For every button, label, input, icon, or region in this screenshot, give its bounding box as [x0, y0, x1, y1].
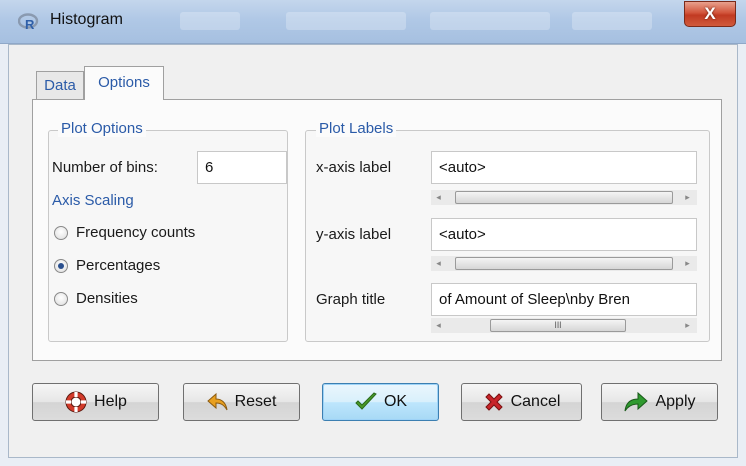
bins-input[interactable]: 6	[197, 151, 287, 184]
apply-button[interactable]: Apply	[601, 383, 718, 421]
percentages-radio[interactable]	[54, 259, 68, 273]
x-axis-label-caption: x-axis label	[316, 159, 392, 176]
densities-radio[interactable]	[54, 292, 68, 306]
scroll-left-icon[interactable]: ◂	[431, 318, 446, 333]
cancel-label: Cancel	[510, 393, 561, 410]
tab-data[interactable]: Data	[36, 71, 84, 99]
help-button[interactable]: Help	[32, 383, 159, 421]
green-arrow-icon	[623, 391, 649, 413]
background-window-ghost	[572, 12, 652, 30]
lifebuoy-icon	[64, 390, 88, 414]
checkmark-icon	[354, 392, 378, 412]
apply-label: Apply	[655, 393, 696, 410]
cancel-button[interactable]: Cancel	[461, 383, 582, 421]
y-axis-label-caption: y-axis label	[316, 226, 392, 243]
scroll-right-icon[interactable]: ▸	[680, 256, 695, 271]
reset-label: Reset	[234, 393, 277, 410]
x-axis-label-input[interactable]: <auto>	[431, 151, 697, 184]
scroll-right-icon[interactable]: ▸	[680, 318, 695, 333]
close-icon: X	[704, 4, 716, 23]
r-logo-icon: R	[17, 13, 40, 32]
svg-text:R: R	[25, 17, 35, 31]
axis-scaling-label: Axis Scaling	[52, 192, 134, 209]
scrollbar-thumb[interactable]: ǀǀǀ	[490, 319, 626, 332]
background-window-ghost	[180, 12, 240, 30]
background-window-ghost	[286, 12, 406, 30]
window-title: Histogram	[50, 11, 123, 28]
ok-button[interactable]: OK	[322, 383, 439, 421]
scroll-left-icon[interactable]: ◂	[431, 256, 446, 271]
scroll-left-icon[interactable]: ◂	[431, 190, 446, 205]
background-window-ghost	[430, 12, 550, 30]
plot-labels-legend: Plot Labels	[316, 120, 397, 137]
undo-arrow-icon	[206, 392, 229, 412]
frequency-counts-label: Frequency counts	[76, 224, 196, 241]
y-axis-label-input[interactable]: <auto>	[431, 218, 697, 251]
plot-options-legend: Plot Options	[58, 120, 146, 137]
graph-title-caption: Graph title	[316, 291, 386, 308]
tab-options[interactable]: Options	[84, 66, 164, 100]
scrollbar-thumb[interactable]	[455, 257, 673, 270]
bins-label: Number of bins:	[52, 159, 158, 176]
scrollbar-thumb[interactable]	[455, 191, 673, 204]
close-button[interactable]: X	[684, 1, 736, 27]
densities-label: Densities	[76, 290, 138, 307]
help-label: Help	[94, 393, 127, 410]
red-x-icon	[483, 391, 505, 413]
ok-label: OK	[383, 393, 408, 410]
percentages-label: Percentages	[76, 257, 161, 274]
frequency-counts-radio[interactable]	[54, 226, 68, 240]
graph-title-input[interactable]: of Amount of Sleep\nby Bren	[431, 283, 697, 316]
scroll-right-icon[interactable]: ▸	[680, 190, 695, 205]
reset-button[interactable]: Reset	[183, 383, 300, 421]
